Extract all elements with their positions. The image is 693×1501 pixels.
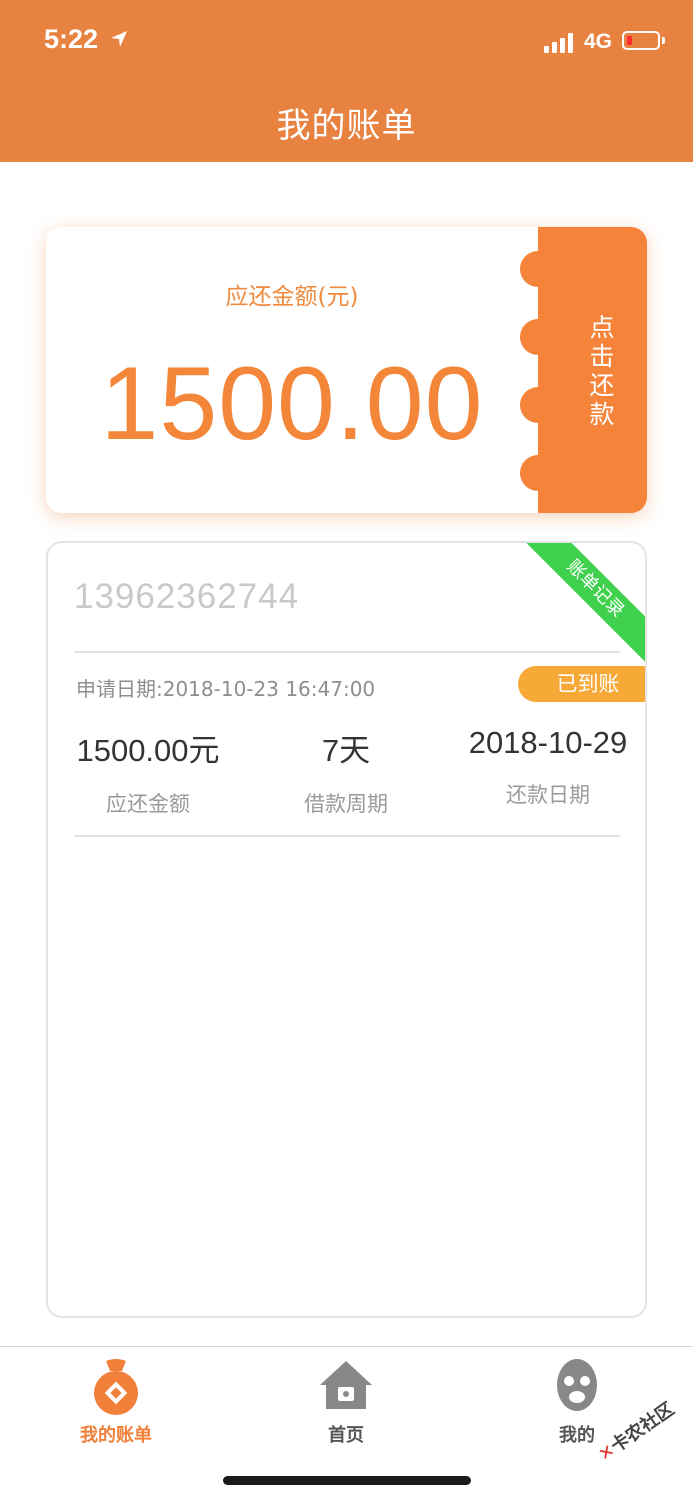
app-header: 5:22 4G 我的账单	[0, 0, 693, 162]
stat-due-amount: 1500.00元 应还金额	[48, 725, 248, 818]
user-icon	[557, 1359, 597, 1411]
repay-button-label: 点击还款	[586, 314, 615, 430]
bill-record-ribbon: 账单记录	[520, 543, 645, 664]
home-indicator[interactable]	[223, 1476, 471, 1485]
apply-date: 申请日期:2018-10-23 16:47:00	[76, 677, 376, 701]
stat-label: 应还金额	[106, 792, 190, 816]
divider	[74, 835, 620, 837]
due-amount-label: 应还金额(元)	[225, 284, 359, 310]
money-bag-icon	[94, 1359, 138, 1415]
stat-label: 借款周期	[304, 792, 388, 816]
stat-loan-period: 7天 借款周期	[246, 725, 446, 818]
battery-icon	[622, 31, 660, 50]
status-badge: 已到账	[518, 666, 645, 702]
signal-icon	[544, 33, 576, 53]
status-time: 5:22	[44, 24, 99, 54]
network-type: 4G	[584, 30, 613, 53]
tab-label: 我的账单	[80, 1425, 152, 1446]
page-title: 我的账单	[276, 106, 417, 146]
stat-value: 2018-10-29	[468, 725, 628, 760]
home-icon	[320, 1361, 372, 1409]
bill-record-card[interactable]: 账单记录 13962362744 申请日期:2018-10-23 16:47:0…	[46, 541, 647, 1318]
divider	[74, 651, 620, 653]
repay-card: 应还金额(元) 1500.00 点击还款	[46, 227, 647, 513]
location-arrow-icon	[111, 31, 127, 47]
stat-value: 7天	[321, 733, 371, 768]
repay-button[interactable]: 点击还款	[520, 227, 647, 513]
stat-value: 1500.00元	[76, 733, 220, 768]
stat-label: 还款日期	[506, 783, 590, 807]
phone-number: 13962362744	[74, 577, 300, 616]
tab-my-bills[interactable]: 我的账单	[46, 1355, 186, 1447]
tab-label: 首页	[328, 1425, 364, 1446]
due-amount-value: 1500.00	[100, 346, 484, 462]
tab-home[interactable]: 首页	[276, 1355, 416, 1447]
stat-repay-date: 2018-10-29 还款日期	[448, 725, 645, 809]
